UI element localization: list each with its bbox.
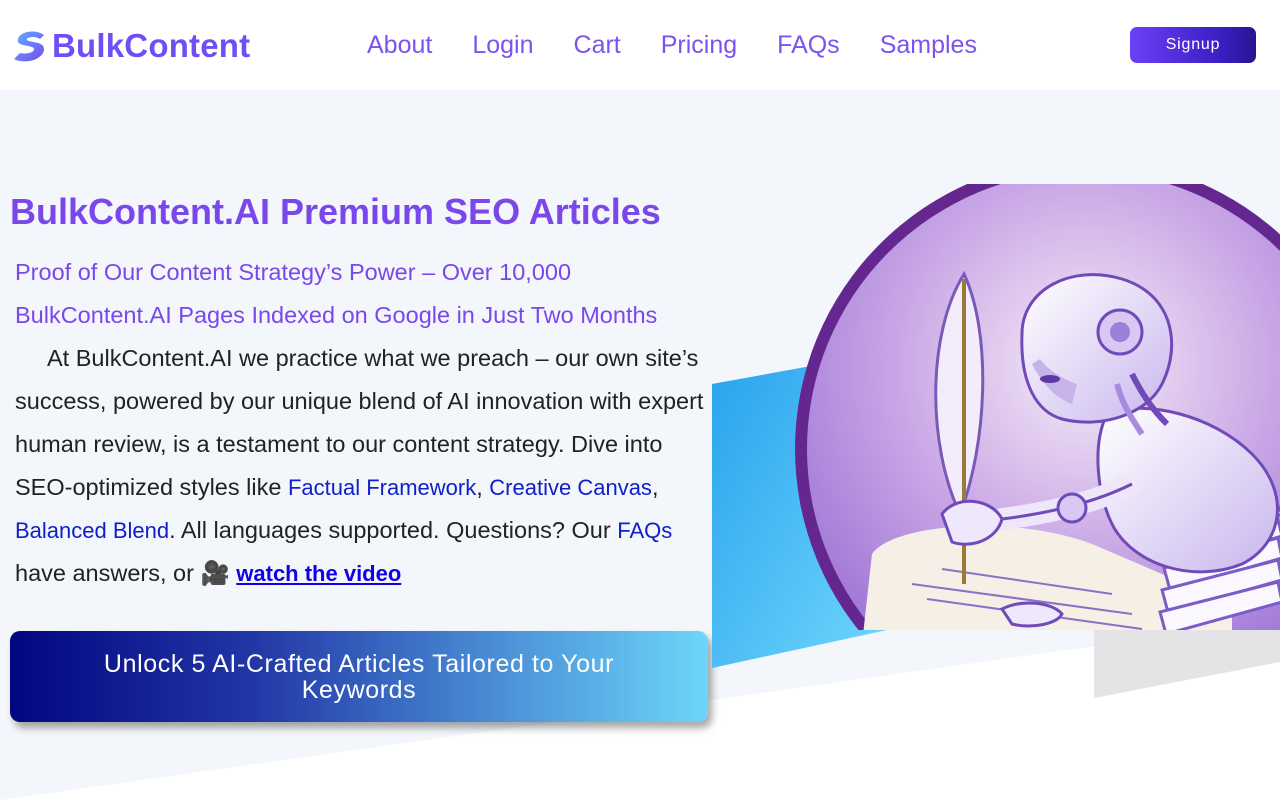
nav-pricing[interactable]: Pricing (661, 30, 737, 60)
main-nav: About Login Cart Pricing FAQs Samples (367, 30, 1017, 60)
site-logo[interactable]: BulkContent (10, 28, 250, 64)
robot-writer-illustration (712, 184, 1280, 698)
nav-about[interactable]: About (367, 30, 432, 60)
nav-login[interactable]: Login (472, 30, 533, 60)
cta-unlock-articles-button[interactable]: Unlock 5 AI-Crafted Articles Tailored to… (10, 631, 708, 722)
link-creative-canvas[interactable]: Creative Canvas (489, 475, 652, 500)
logo-text: BulkContent (52, 27, 251, 64)
separator-2: , (651, 474, 659, 500)
nav-cart[interactable]: Cart (574, 30, 621, 60)
hero-title: BulkContent.AI Premium SEO Articles (10, 191, 661, 232)
separator-1: , (476, 474, 490, 500)
hero-subtitle: Proof of Our Content Strategy’s Power – … (15, 259, 658, 328)
logo-s-mark-icon (14, 31, 44, 62)
link-balanced-blend[interactable]: Balanced Blend (15, 518, 169, 543)
nav-samples[interactable]: Samples (880, 30, 977, 60)
hero-body-text-2: . All languages supported. Questions? Ou… (169, 517, 618, 543)
site-header: BulkContent About Login Cart Pricing FAQ… (0, 0, 1280, 90)
link-watch-video[interactable]: watch the video (236, 561, 401, 586)
signup-button[interactable]: Signup (1130, 27, 1256, 63)
link-factual-framework[interactable]: Factual Framework (288, 475, 476, 500)
nav-faqs[interactable]: FAQs (777, 30, 840, 60)
hero-body: Proof of Our Content Strategy’s Power – … (15, 251, 715, 595)
link-faqs[interactable]: FAQs (617, 518, 672, 543)
hero-body-text-3: have answers, or 🎥 (15, 560, 237, 586)
